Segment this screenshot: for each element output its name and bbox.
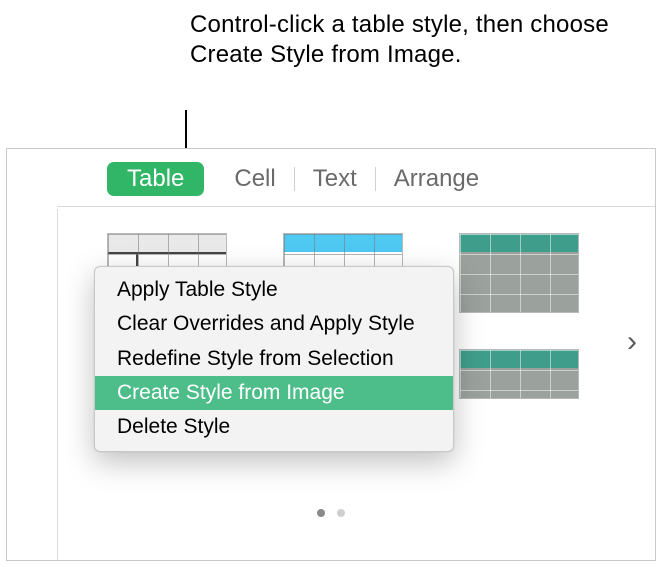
panel-divider: [57, 209, 58, 560]
page-dot-2[interactable]: [337, 509, 345, 517]
thumb-grid: [460, 350, 578, 398]
tab-text[interactable]: Text: [294, 167, 375, 191]
menu-item-create-style-from-image[interactable]: Create Style from Image: [95, 376, 453, 410]
table-style-context-menu: Apply Table Style Clear Overrides and Ap…: [94, 266, 454, 452]
inspector-tabbar: Table Cell Text Arrange: [57, 165, 655, 207]
thumb-grid: [460, 234, 578, 312]
tab-table[interactable]: Table: [107, 162, 204, 196]
menu-item-delete-style[interactable]: Delete Style: [95, 410, 453, 444]
page-dot-1[interactable]: [317, 509, 325, 517]
next-styles-page-button[interactable]: ›: [627, 325, 637, 359]
table-style-thumb-6[interactable]: [459, 349, 579, 399]
table-style-thumb-3[interactable]: [459, 233, 579, 313]
style-page-dots: [317, 509, 345, 517]
chevron-right-icon: ›: [627, 325, 637, 358]
menu-item-apply-table-style[interactable]: Apply Table Style: [95, 273, 453, 307]
tab-cell[interactable]: Cell: [204, 167, 293, 191]
callout-text: Control-click a table style, then choose…: [190, 10, 610, 70]
menu-item-redefine-from-selection[interactable]: Redefine Style from Selection: [95, 342, 453, 376]
menu-item-clear-overrides[interactable]: Clear Overrides and Apply Style: [95, 307, 453, 341]
tab-arrange[interactable]: Arrange: [375, 167, 497, 191]
